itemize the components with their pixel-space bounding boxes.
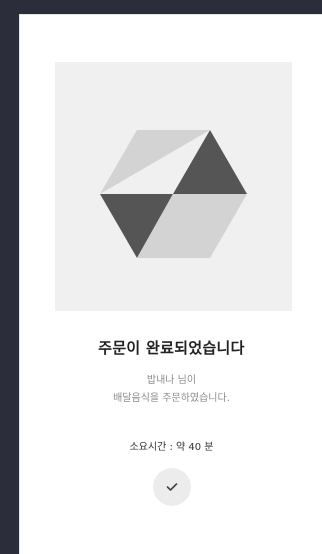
hexagon-cube-icon: [100, 130, 247, 258]
message-user-line: 밥내나 님이: [146, 375, 197, 386]
order-complete-title: 주문이 완료되었습니다: [98, 339, 245, 357]
message-order-line: 배달음식을 주문하였습니다.: [113, 393, 230, 404]
order-illustration: [55, 62, 292, 311]
check-icon: [166, 483, 178, 491]
order-complete-card: 주문이 완료되었습니다 밥내나 님이 배달음식을 주문하였습니다. 소요시간 :…: [19, 14, 322, 554]
order-message: 밥내나 님이 배달음식을 주문하였습니다.: [20, 372, 322, 408]
estimated-time: 소요시간 : 약 40 분: [129, 442, 214, 453]
confirm-button[interactable]: [153, 468, 191, 506]
